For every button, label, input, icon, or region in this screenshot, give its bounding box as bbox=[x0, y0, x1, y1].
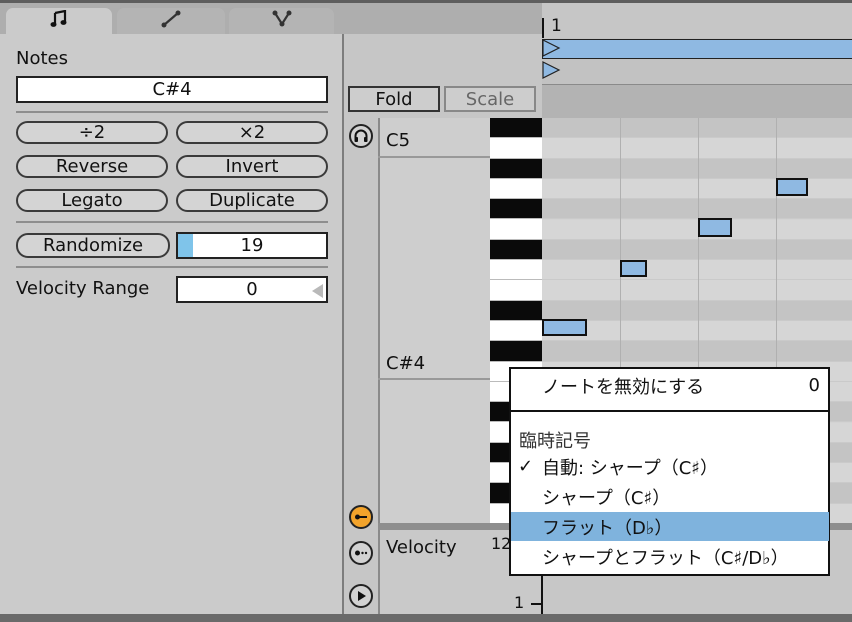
divider bbox=[16, 266, 328, 268]
scale-button[interactable]: Scale bbox=[444, 86, 536, 112]
midi-note[interactable] bbox=[698, 218, 732, 237]
pencil-icon bbox=[161, 10, 181, 32]
grid-row bbox=[542, 138, 852, 159]
randomize-button[interactable]: Randomize bbox=[16, 233, 170, 258]
octave-divider bbox=[378, 156, 490, 158]
notes-panel: Notes C#4 ÷2 ×2 Reverse Invert Legato Du… bbox=[0, 34, 342, 614]
menu-item-sharp[interactable]: シャープ（C♯） bbox=[511, 482, 829, 511]
randomize-fill bbox=[178, 234, 193, 257]
disable-note-label: ノートを無効にする bbox=[542, 376, 705, 398]
play-icon[interactable] bbox=[349, 584, 373, 608]
context-menu: ノートを無効にする 0 臨時記号 ✓ 自動: シャープ（C♯） シャープ（C♯）… bbox=[509, 367, 830, 576]
headphones-icon[interactable] bbox=[349, 124, 373, 148]
pitch-field[interactable]: C#4 bbox=[16, 76, 328, 103]
menu-item-auto-sharp[interactable]: ✓ 自動: シャープ（C♯） bbox=[511, 452, 829, 481]
window-bottom-border bbox=[0, 614, 852, 622]
grid-row bbox=[542, 118, 852, 139]
menu-item-label: 自動: シャープ（C♯） bbox=[542, 457, 718, 479]
octave-divider bbox=[378, 378, 490, 380]
white-key[interactable] bbox=[490, 178, 542, 200]
disable-note-value: 0 bbox=[808, 375, 820, 396]
accidentals-section-title: 臨時記号 bbox=[519, 431, 591, 452]
velocity-range-value: 0 bbox=[246, 279, 258, 300]
white-key[interactable] bbox=[490, 260, 542, 281]
grid-row bbox=[542, 321, 852, 342]
white-key[interactable] bbox=[490, 321, 542, 342]
scale-header-strip bbox=[542, 84, 852, 118]
divider bbox=[16, 221, 328, 223]
randomize-amount-slider[interactable]: 19 bbox=[176, 232, 328, 259]
menu-item-flat[interactable]: フラット（D♭） bbox=[511, 512, 829, 541]
note-icon bbox=[50, 9, 68, 32]
loop-region[interactable] bbox=[542, 39, 852, 59]
velocity-range-label: Velocity Range bbox=[16, 278, 150, 299]
legato-button[interactable]: Legato bbox=[16, 189, 168, 212]
node-icon bbox=[272, 10, 292, 32]
key-label-column bbox=[378, 118, 490, 523]
tool-column bbox=[344, 118, 378, 614]
midi-note[interactable] bbox=[542, 319, 587, 336]
tab-modulation[interactable] bbox=[229, 8, 334, 34]
grid-row bbox=[542, 341, 852, 362]
grid-row bbox=[542, 260, 852, 281]
grid-row bbox=[542, 219, 852, 240]
black-key[interactable] bbox=[490, 341, 542, 362]
black-key[interactable] bbox=[490, 300, 542, 321]
bar-number: 1 bbox=[551, 16, 562, 36]
velocity-min-label: 1 bbox=[514, 593, 525, 612]
grid-row bbox=[542, 199, 852, 220]
more-lanes-icon[interactable] bbox=[349, 541, 373, 565]
disable-note-item[interactable]: ノートを無効にする 0 bbox=[511, 371, 829, 400]
fold-button[interactable]: Fold bbox=[348, 86, 440, 112]
reverse-button[interactable]: Reverse bbox=[16, 155, 168, 178]
grid-row bbox=[542, 300, 852, 321]
midi-note[interactable] bbox=[776, 178, 808, 196]
grid-row bbox=[542, 239, 852, 261]
divide-button[interactable]: ÷2 bbox=[16, 121, 168, 144]
multiply-button[interactable]: ×2 bbox=[176, 121, 328, 144]
timeline-ruler[interactable] bbox=[542, 3, 852, 38]
black-key[interactable] bbox=[490, 239, 542, 261]
menu-separator bbox=[511, 410, 828, 412]
grid-row bbox=[542, 158, 852, 179]
loop-marker-icon[interactable] bbox=[542, 38, 562, 84]
lane-toggle-icon[interactable] bbox=[349, 505, 373, 529]
menu-item-label: フラット（D♭） bbox=[542, 517, 673, 539]
black-key[interactable] bbox=[490, 118, 542, 139]
key-label-c5: C5 bbox=[386, 130, 411, 151]
duplicate-button[interactable]: Duplicate bbox=[176, 189, 328, 212]
menu-item-sharp-and-flat[interactable]: シャープとフラット（C♯/D♭） bbox=[511, 542, 829, 571]
tab-notes[interactable] bbox=[6, 8, 112, 34]
notes-title: Notes bbox=[16, 48, 68, 69]
tab-envelope[interactable] bbox=[117, 8, 225, 34]
randomize-value: 19 bbox=[240, 235, 264, 256]
divider bbox=[16, 111, 328, 113]
menu-item-label: シャープとフラット（C♯/D♭） bbox=[542, 547, 789, 569]
white-key[interactable] bbox=[490, 280, 542, 301]
grid-row bbox=[542, 280, 852, 301]
invert-button[interactable]: Invert bbox=[176, 155, 328, 178]
bar-marker bbox=[542, 18, 544, 38]
white-key[interactable] bbox=[490, 219, 542, 240]
midi-note[interactable] bbox=[620, 260, 647, 277]
velocity-label: Velocity bbox=[386, 537, 457, 558]
check-icon: ✓ bbox=[518, 456, 534, 477]
velocity-range-arrow-icon bbox=[312, 284, 323, 298]
black-key[interactable] bbox=[490, 199, 542, 220]
white-key[interactable] bbox=[490, 138, 542, 159]
velocity-range-field[interactable]: 0 bbox=[176, 276, 328, 303]
menu-item-label: シャープ（C♯） bbox=[542, 487, 671, 509]
black-key[interactable] bbox=[490, 158, 542, 179]
key-label-cs4: C#4 bbox=[386, 353, 426, 374]
